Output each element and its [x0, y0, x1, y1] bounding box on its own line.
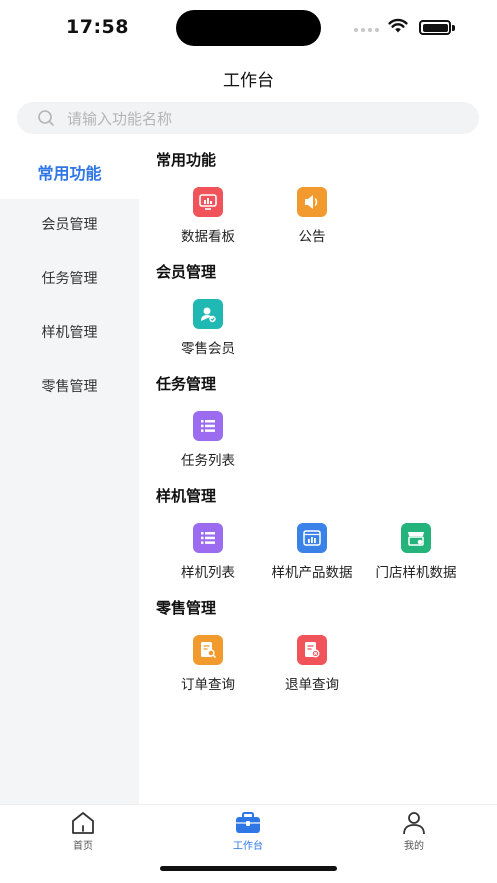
search-icon: [38, 110, 54, 126]
home-indicator: [160, 866, 337, 871]
func-announcement[interactable]: 公告: [260, 187, 364, 245]
sidebar-item-common[interactable]: 常用功能: [0, 145, 139, 199]
list-icon: [193, 411, 223, 441]
store-icon: [401, 523, 431, 553]
speaker-icon: [297, 187, 327, 217]
search-bar[interactable]: 请输入功能名称: [17, 102, 479, 134]
page-title: 工作台: [223, 71, 274, 91]
sidebar-item-member[interactable]: 会员管理: [0, 197, 139, 251]
sidebar: 常用功能 会员管理 任务管理 样机管理 零售管理: [0, 145, 139, 805]
member-icon: [193, 299, 223, 329]
home-icon: [43, 811, 123, 835]
sidebar-item-retail[interactable]: 零售管理: [0, 359, 139, 413]
tab-bar: 首页 工作台 我的: [0, 804, 497, 883]
func-retail-member[interactable]: 零售会员: [156, 299, 260, 357]
search-input[interactable]: 请输入功能名称: [67, 108, 172, 129]
order-search-icon: [193, 635, 223, 665]
tab-home[interactable]: 首页: [43, 811, 123, 852]
list-icon: [193, 523, 223, 553]
dynamic-island: [176, 10, 321, 46]
func-label: 零售会员: [181, 341, 235, 357]
battery-icon: [419, 20, 451, 35]
section-title-common: 常用功能: [156, 151, 217, 169]
status-time: 17:58: [66, 16, 129, 38]
chart-icon: [297, 523, 327, 553]
status-bar: 17:58: [0, 0, 497, 56]
wifi-icon: [388, 18, 408, 33]
func-label: 样机列表: [181, 565, 235, 581]
briefcase-icon: [208, 811, 288, 835]
func-task-list[interactable]: 任务列表: [156, 411, 260, 469]
tab-mine[interactable]: 我的: [374, 811, 454, 852]
sidebar-item-sample[interactable]: 样机管理: [0, 305, 139, 359]
func-label: 门店样机数据: [375, 565, 457, 581]
func-label: 数据看板: [181, 229, 235, 245]
sidebar-item-task[interactable]: 任务管理: [0, 251, 139, 305]
tab-label: 我的: [404, 841, 424, 852]
func-label: 订单查询: [181, 677, 235, 693]
section-title-retail: 零售管理: [156, 599, 217, 617]
section-title-member: 会员管理: [156, 263, 217, 281]
func-label: 任务列表: [181, 453, 235, 469]
func-dashboard[interactable]: 数据看板: [156, 187, 260, 245]
func-refund-search[interactable]: 退单查询: [260, 635, 364, 693]
func-sample-list[interactable]: 样机列表: [156, 523, 260, 581]
user-icon: [374, 811, 454, 835]
dashboard-icon: [193, 187, 223, 217]
tab-workbench[interactable]: 工作台: [208, 811, 288, 852]
refund-icon: [297, 635, 327, 665]
func-order-search[interactable]: 订单查询: [156, 635, 260, 693]
func-sample-product-data[interactable]: 样机产品数据: [260, 523, 364, 581]
section-title-task: 任务管理: [156, 375, 217, 393]
tab-label: 首页: [73, 841, 93, 852]
func-store-sample-data[interactable]: 门店样机数据: [364, 523, 468, 581]
func-label: 样机产品数据: [271, 565, 353, 581]
tab-label: 工作台: [233, 841, 263, 852]
section-title-sample: 样机管理: [156, 487, 217, 505]
signal-icon: [354, 28, 379, 32]
func-label: 公告: [298, 229, 326, 245]
func-label: 退单查询: [285, 677, 339, 693]
